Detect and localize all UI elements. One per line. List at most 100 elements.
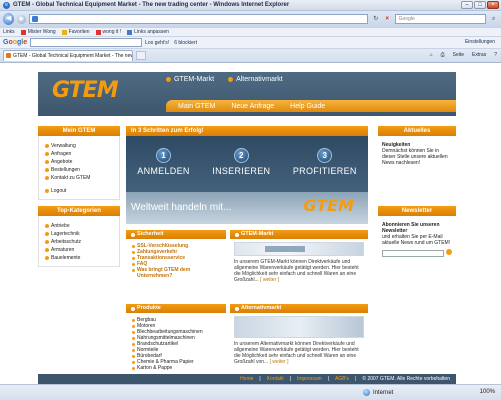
maximize-button[interactable]: □ <box>474 1 486 9</box>
url-input[interactable] <box>29 14 369 24</box>
page-icon <box>127 29 133 35</box>
google-settings-button[interactable]: Einstellungen <box>465 39 495 45</box>
top-kategorien-box: Antriebe Lagertechnik Arbeitsschutz Arma… <box>38 216 120 267</box>
print-icon[interactable]: ⎙ <box>441 52 445 58</box>
bullet-icon <box>45 189 49 193</box>
close-button[interactable]: × <box>487 1 499 9</box>
category-bauelemente[interactable]: Bauelemente <box>45 254 115 262</box>
stop-icon[interactable]: × <box>383 15 392 24</box>
footer-link-home[interactable]: Home <box>240 374 253 384</box>
bullet-icon <box>235 306 239 311</box>
menu-item-verwaltung[interactable]: Verwaltung <box>45 142 115 150</box>
favorite-link[interactable]: Links anpassen <box>127 29 169 35</box>
banner-logo: GTEM <box>303 196 354 215</box>
menu-item-anfragen[interactable]: Anfragen <box>45 150 115 158</box>
sicherheit-title: Sicherheit <box>126 230 226 239</box>
minimize-button[interactable]: – <box>461 1 473 9</box>
new-tab-button[interactable] <box>136 51 146 60</box>
category-armaturen[interactable]: Armaturen <box>45 246 115 254</box>
alternativmarkt-title: Alternativmarkt <box>230 304 368 313</box>
status-bar: Internet 100% <box>0 384 501 400</box>
category-lagertechnik[interactable]: Lagertechnik <box>45 230 115 238</box>
google-toolbar: Google Los geht's! 6 blockiert Einstellu… <box>0 37 501 49</box>
back-button[interactable]: ◀ <box>3 13 15 25</box>
bookmark-icon <box>20 29 26 35</box>
site-footer: Home | Kontakt | Impressum | AGB's | © 2… <box>38 374 456 384</box>
refresh-icon[interactable]: ↻ <box>371 15 380 24</box>
newsletter-submit-button[interactable] <box>446 248 452 255</box>
step-inserieren[interactable]: 2 INSERIEREN <box>212 148 270 176</box>
search-input[interactable]: Google <box>394 14 487 24</box>
footer-link-impressum[interactable]: Impressum <box>297 374 322 384</box>
steps-banner-title: In 3 Schritten zum Erfolg! <box>126 126 368 136</box>
footer-link-agb[interactable]: AGB's <box>335 374 349 384</box>
news-text: Demnächst können Sie in dieser Stelle un… <box>382 148 448 166</box>
newsletter-box: Abonnieren Sie unseren Newsletter und er… <box>378 216 456 263</box>
bullet-icon <box>228 76 234 82</box>
footer-copyright: © 2007 GTEM. Alle Rechte vorbehalten <box>362 376 450 382</box>
security-zone: Internet <box>363 389 393 396</box>
window-titlebar: e GTEM - Global Technical Equipment Mark… <box>0 0 501 11</box>
zoom-level[interactable]: 100% <box>480 389 495 395</box>
tools-menu[interactable]: Extras <box>472 52 486 58</box>
favorite-link[interactable]: wong it ! <box>95 29 121 35</box>
magnifier-icon[interactable]: ⌕ <box>489 15 498 24</box>
header-link-alternativmarkt[interactable]: Alternativmarkt <box>228 76 283 83</box>
browser-tab[interactable]: GTEM - Global Technical Equipment Market… <box>3 50 133 61</box>
menu-item-angebote[interactable]: Angebote <box>45 158 115 166</box>
product-link[interactable]: Karton & Pappe <box>132 365 226 371</box>
security-link[interactable]: Was bringt GTEM dem Unternehmen? <box>132 267 226 279</box>
alternativmarkt-more-link[interactable]: [ weiter ] <box>270 359 289 365</box>
page-icon <box>32 16 39 22</box>
bullet-icon <box>45 144 49 148</box>
site-header: GTEM GTEM-Markt Alternativmarkt Main GTE… <box>38 72 456 116</box>
logout-link[interactable]: Logout <box>45 187 115 195</box>
favorite-link[interactable]: Favoriten <box>61 29 90 35</box>
links-toolbar: Links Mister Wong Favoriten wong it ! Li… <box>0 27 501 37</box>
home-icon[interactable]: ⌂ <box>430 52 433 58</box>
step-label: ANMELDEN <box>137 166 190 176</box>
banner-slogan: Weltweit handeln mit... <box>131 202 232 213</box>
market-more-link[interactable]: [ weiter ] <box>260 277 279 283</box>
category-antriebe[interactable]: Antriebe <box>45 222 115 230</box>
site-logo[interactable]: GTEM <box>52 78 119 103</box>
step-anmelden[interactable]: 1 ANMELDEN <box>137 148 189 176</box>
page-menu[interactable]: Seite <box>453 52 464 58</box>
alternativmarkt-box: Alternativmarkt In unserem Alternativmar… <box>230 304 368 371</box>
steps-banner[interactable]: 1 ANMELDEN 2 INSERIEREN 3 PROFITIEREN Weltw… <box>126 136 368 224</box>
help-icon[interactable]: ? <box>494 52 497 58</box>
window-controls: – □ × <box>461 1 499 9</box>
step-label: INSERIEREN <box>212 166 271 176</box>
footer-link-kontakt[interactable]: Kontakt <box>267 374 284 384</box>
menu-item-bestellungen[interactable]: Bestellungen <box>45 166 115 174</box>
google-search-input[interactable] <box>30 38 143 47</box>
header-link-gtem-markt[interactable]: GTEM-Markt <box>166 76 214 83</box>
nav-neue-anfrage[interactable]: Neue Anfrage <box>231 103 274 110</box>
category-arbeitsschutz[interactable]: Arbeitsschutz <box>45 238 115 246</box>
mein-gtem-box: Verwaltung Anfragen Angebote Bestellunge… <box>38 136 120 200</box>
bullet-icon <box>132 337 135 340</box>
window-title: GTEM - Global Technical Equipment Market… <box>13 2 290 8</box>
bullet-icon <box>45 232 49 236</box>
bullet-icon <box>45 248 49 252</box>
bullet-icon <box>45 224 49 228</box>
bullet-icon <box>166 76 171 82</box>
google-logo: Google <box>3 39 28 46</box>
bullet-icon <box>45 168 49 172</box>
newsletter-email-input[interactable] <box>382 250 444 257</box>
bullet-icon <box>45 256 49 260</box>
forward-button[interactable]: ▶ <box>17 14 27 24</box>
nav-main-gtem[interactable]: Main GTEM <box>178 103 215 110</box>
bullet-icon <box>132 319 135 322</box>
menu-item-kontakt[interactable]: Kontakt zu GTEM <box>45 174 115 182</box>
favorite-link[interactable]: Mister Wong <box>20 29 56 35</box>
bullet-icon <box>132 361 135 364</box>
nav-help-guide[interactable]: Help Guide <box>290 103 325 110</box>
produkte-title: Produkte <box>126 304 226 313</box>
step-profitieren[interactable]: 3 PROFITIEREN <box>293 148 357 176</box>
tab-bar: GTEM - Global Technical Equipment Market… <box>0 49 501 63</box>
bullet-icon <box>132 325 135 328</box>
google-go-button[interactable]: Los geht's! <box>145 40 169 46</box>
market-screenshot <box>234 242 364 256</box>
popup-blocker-button[interactable]: 6 blockiert <box>174 40 197 46</box>
